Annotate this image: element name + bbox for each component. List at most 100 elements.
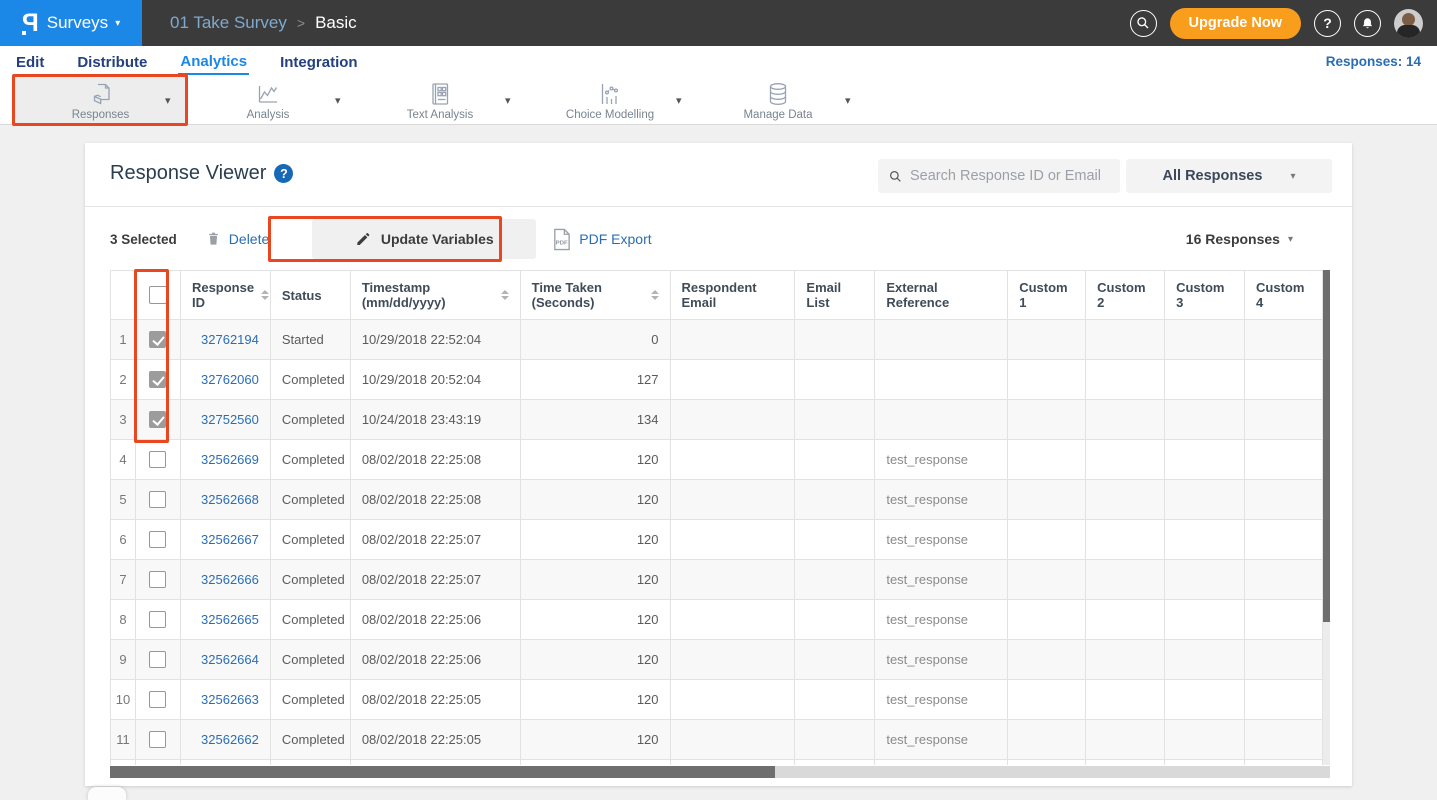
cell-time_taken: 120 <box>521 680 671 720</box>
row-checkbox[interactable] <box>149 491 166 508</box>
cell-id[interactable]: 32562666 <box>181 560 271 600</box>
tab-distribute[interactable]: Distribute <box>75 50 149 74</box>
row-checkbox[interactable] <box>149 731 166 748</box>
cell-id[interactable]: 32762194 <box>181 320 271 360</box>
table-action-bar: 3 Selected Delete Update Variables PDF P… <box>110 218 1327 260</box>
horizontal-scrollbar[interactable] <box>110 766 1330 778</box>
horizontal-scrollbar-thumb[interactable] <box>110 766 775 778</box>
column-header-external_reference: External Reference <box>875 270 1008 320</box>
ribbon-item-manage-data[interactable]: Manage Data <box>723 77 833 125</box>
cell-respondent_email <box>671 760 796 765</box>
row-checkbox[interactable] <box>149 331 166 348</box>
cell-custom3 <box>1165 640 1245 680</box>
cell-timestamp: 08/02/2018 22:25:04 <box>351 760 521 765</box>
chat-widget-fragment[interactable] <box>88 787 126 800</box>
search-icon <box>1135 15 1151 31</box>
row-checkbox[interactable] <box>149 571 166 588</box>
cell-custom4 <box>1245 720 1323 760</box>
column-label: Timestamp (mm/dd/yyyy) <box>362 280 494 310</box>
chevron-down-icon[interactable]: ▾ <box>676 94 682 107</box>
response-search-input[interactable] <box>910 168 1110 184</box>
select-all-checkbox[interactable] <box>149 286 167 304</box>
cell-id[interactable]: 32562665 <box>181 600 271 640</box>
response-filter-dropdown[interactable]: All Responses ▾ <box>1126 159 1332 193</box>
cell-id[interactable]: 32562661 <box>181 760 271 765</box>
table-row: 1032562663Completed08/02/2018 22:25:0512… <box>111 680 1323 720</box>
row-checkbox-cell <box>136 400 181 440</box>
column-header-id: Response ID <box>181 270 271 320</box>
help-icon[interactable]: ? <box>274 164 293 183</box>
cell-id[interactable]: 32562668 <box>181 480 271 520</box>
cell-custom3 <box>1165 320 1245 360</box>
row-number: 10 <box>111 680 136 720</box>
cell-id[interactable]: 32562664 <box>181 640 271 680</box>
chevron-down-icon[interactable]: ▾ <box>845 94 851 107</box>
ribbon-label: Choice Modelling <box>566 109 654 121</box>
ribbon-item-analysis[interactable]: Analysis <box>213 77 323 125</box>
cell-timestamp: 08/02/2018 22:25:07 <box>351 560 521 600</box>
cell-id[interactable]: 32562662 <box>181 720 271 760</box>
cell-id[interactable]: 32762060 <box>181 360 271 400</box>
cell-id[interactable]: 32562669 <box>181 440 271 480</box>
search-button[interactable] <box>1130 10 1157 37</box>
tab-analytics[interactable]: Analytics <box>178 49 249 75</box>
cell-custom1 <box>1008 640 1086 680</box>
ribbon-label: Analysis <box>247 109 290 121</box>
ribbon-item-choice-modelling[interactable]: Choice Modelling <box>550 77 670 125</box>
row-checkbox[interactable] <box>149 411 166 428</box>
cell-custom4 <box>1245 400 1323 440</box>
chevron-down-icon[interactable]: ▾ <box>165 94 171 107</box>
delete-button[interactable]: Delete <box>229 231 269 247</box>
column-label: Respondent Email <box>682 280 784 310</box>
sort-icon[interactable] <box>651 290 659 300</box>
chevron-down-icon[interactable]: ▾ <box>335 94 341 107</box>
pdf-export-button[interactable]: PDF Export <box>579 231 651 247</box>
tab-edit[interactable]: Edit <box>14 50 46 74</box>
trash-icon[interactable] <box>205 230 222 248</box>
chevron-down-icon[interactable]: ▾ <box>505 94 511 107</box>
cell-custom1 <box>1008 480 1086 520</box>
cell-external_reference <box>875 360 1008 400</box>
row-checkbox-cell <box>136 680 181 720</box>
row-number: 12 <box>111 760 136 765</box>
cell-custom3 <box>1165 720 1245 760</box>
row-checkbox[interactable] <box>149 691 166 708</box>
product-switcher[interactable]: P Surveys ▾ <box>0 0 142 46</box>
cell-external_reference <box>875 400 1008 440</box>
chevron-down-icon: ▾ <box>115 18 120 29</box>
cell-email_list <box>795 760 875 765</box>
table-row: 532562668Completed08/02/2018 22:25:08120… <box>111 480 1323 520</box>
breadcrumb-survey-link[interactable]: 01 Take Survey <box>170 13 287 33</box>
cell-custom2 <box>1086 680 1165 720</box>
update-variables-button[interactable]: Update Variables <box>312 219 536 259</box>
sort-icon[interactable] <box>501 290 509 300</box>
sort-icon[interactable] <box>261 290 269 300</box>
tab-integration[interactable]: Integration <box>278 50 360 74</box>
row-checkbox[interactable] <box>149 371 166 388</box>
pdf-file-icon[interactable]: PDF <box>551 228 572 251</box>
row-checkbox[interactable] <box>149 451 166 468</box>
row-number: 11 <box>111 720 136 760</box>
cell-custom3 <box>1165 760 1245 765</box>
row-checkbox[interactable] <box>149 651 166 668</box>
upgrade-now-button[interactable]: Upgrade Now <box>1170 8 1301 39</box>
help-button[interactable]: ? <box>1314 10 1341 37</box>
row-checkbox[interactable] <box>149 611 166 628</box>
top-bar: P Surveys ▾ 01 Take Survey > Basic Upgra… <box>0 0 1437 46</box>
notifications-button[interactable] <box>1354 10 1381 37</box>
ribbon-item-text-analysis[interactable]: Text Analysis <box>385 77 495 125</box>
user-avatar[interactable] <box>1394 9 1423 38</box>
responses-page-dropdown[interactable]: 16 Responses ▾ <box>1186 231 1293 247</box>
row-checkbox[interactable] <box>149 531 166 548</box>
cell-email_list <box>795 680 875 720</box>
cell-respondent_email <box>671 320 796 360</box>
cell-id[interactable]: 32562663 <box>181 680 271 720</box>
vertical-scrollbar[interactable] <box>1323 270 1330 765</box>
cell-id[interactable]: 32562667 <box>181 520 271 560</box>
cell-custom3 <box>1165 360 1245 400</box>
ribbon-item-responses[interactable]: Responses <box>14 77 187 125</box>
cell-timestamp: 08/02/2018 22:25:08 <box>351 440 521 480</box>
vertical-scrollbar-thumb[interactable] <box>1323 270 1330 622</box>
cell-id[interactable]: 32752560 <box>181 400 271 440</box>
cell-time_taken: 120 <box>521 520 671 560</box>
